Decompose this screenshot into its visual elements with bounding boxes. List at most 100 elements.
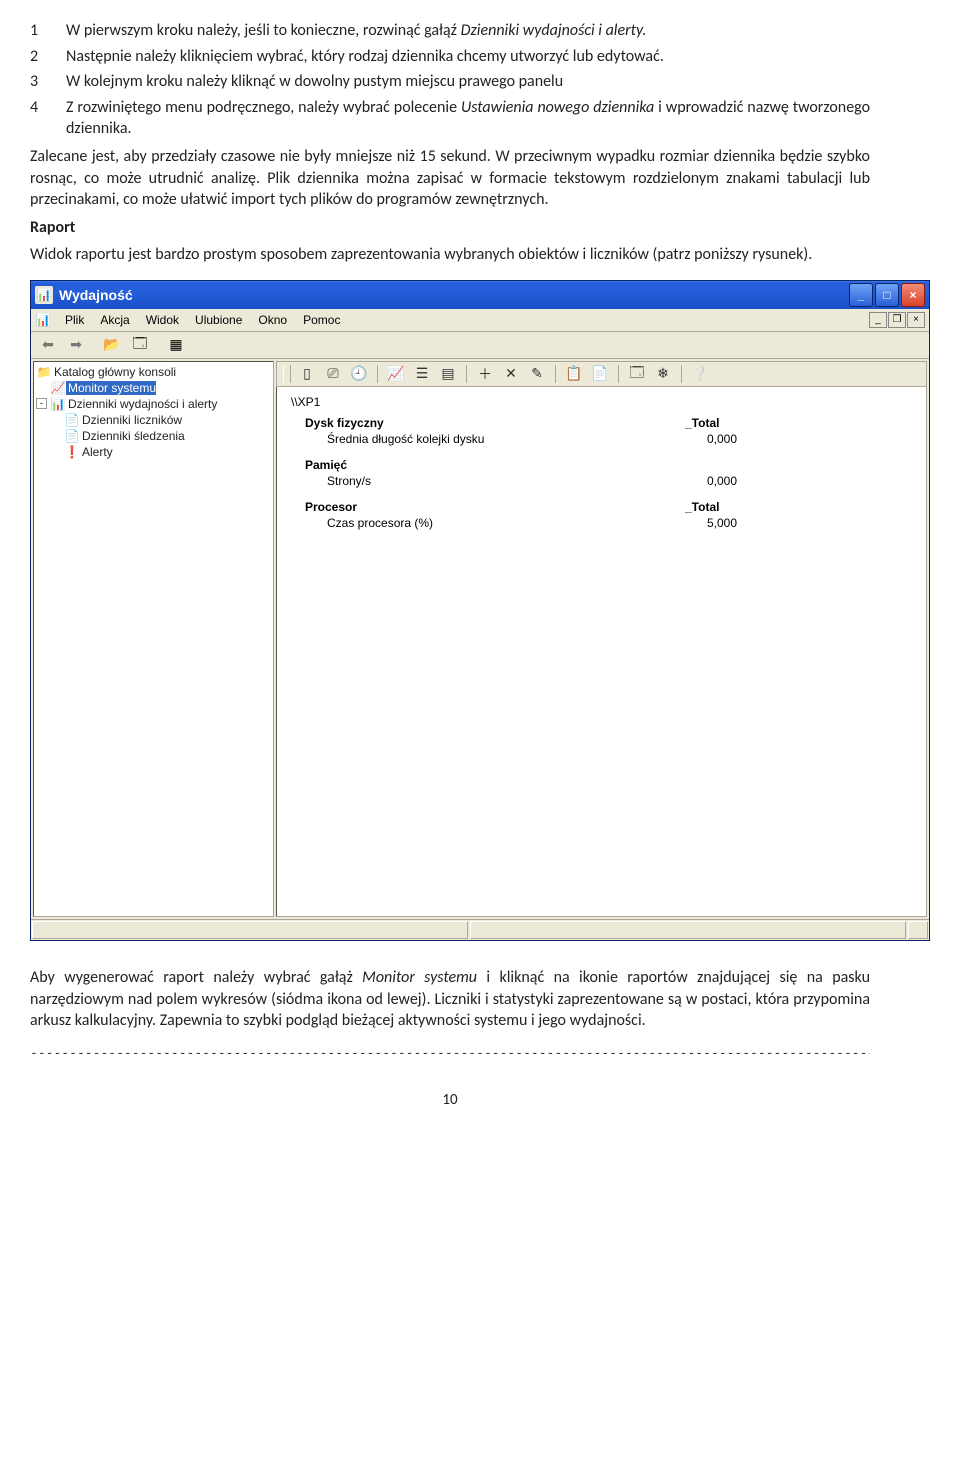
- nav-view-icon[interactable]: ▦: [163, 333, 189, 357]
- group-title: Procesor: [291, 500, 685, 514]
- body-split: 📁 Katalog główny konsoli 📈 Monitor syste…: [31, 359, 929, 919]
- mdi-controls: _ ❐ ×: [868, 312, 925, 328]
- tree-monitor-systemu[interactable]: 📈 Monitor systemu: [36, 380, 271, 396]
- metric-value: 0,000: [707, 474, 787, 488]
- menu-bar: 📊 Plik Akcja Widok Ulubione Okno Pomoc _…: [31, 309, 929, 332]
- group-title: Pamięć: [291, 458, 685, 472]
- step-num: 4: [30, 97, 66, 140]
- metric-name: Czas procesora (%): [291, 516, 707, 530]
- copy-icon[interactable]: 📋: [564, 364, 584, 384]
- nav-forward[interactable]: ➡: [63, 333, 89, 357]
- histogram-view-icon[interactable]: ☰: [412, 364, 432, 384]
- nav-properties-icon[interactable]: 🗔: [127, 333, 153, 357]
- report-area: \\XP1 Dysk fizyczny _Total Średnia długo…: [276, 387, 927, 917]
- menu-pomoc[interactable]: Pomoc: [295, 311, 348, 329]
- tree-counter-logs[interactable]: 📄 Dzienniki liczników: [36, 412, 271, 428]
- step-text-a: W pierwszym kroku należy, jeśli to konie…: [66, 21, 461, 40]
- tree-pane[interactable]: 📁 Katalog główny konsoli 📈 Monitor syste…: [33, 361, 274, 917]
- mdi-minimize[interactable]: _: [869, 312, 887, 328]
- right-pane: ▯ ⎚ 🕘 📈 ☰ ▤ ＋ ✕ ✎ 📋 📄 🗔 ❄: [276, 361, 927, 917]
- report-host: \\XP1: [291, 395, 912, 409]
- toolbar-grip: [283, 365, 291, 383]
- trace-log-icon: 📄: [64, 429, 80, 443]
- minimize-button[interactable]: _: [849, 283, 873, 307]
- mdi-restore[interactable]: ❐: [888, 312, 906, 328]
- nav-toolbar: ⬅ ➡ 📂 🗔 ▦: [31, 332, 929, 359]
- group-instance: _Total: [685, 416, 765, 430]
- tree-label: Dzienniki liczników: [80, 413, 182, 427]
- menu-plik[interactable]: Plik: [57, 311, 92, 329]
- menu-widok[interactable]: Widok: [138, 311, 187, 329]
- step-text-italic: Ustawienia nowego dziennika: [461, 98, 654, 117]
- paragraph-recommendation: Zalecane jest, aby przedziały czasowe ni…: [30, 146, 870, 211]
- tree-root[interactable]: 📁 Katalog główny konsoli: [36, 364, 271, 380]
- clear-icon[interactable]: ⎚: [323, 364, 343, 384]
- step-3: 3 W kolejnym kroku należy kliknąć w dowo…: [30, 71, 870, 93]
- screenshot-performance-window: 📊 Wydajność _ □ × 📊 Plik Akcja Widok Ulu…: [30, 280, 930, 941]
- tree-trace-logs[interactable]: 📄 Dzienniki śledzenia: [36, 428, 271, 444]
- chart-view-icon[interactable]: 📈: [386, 364, 406, 384]
- view-current-icon[interactable]: 🕘: [349, 364, 369, 384]
- status-bar: [31, 919, 929, 940]
- step-text: W pierwszym kroku należy, jeśli to konie…: [66, 20, 870, 42]
- freeze-icon[interactable]: ❄: [653, 364, 673, 384]
- status-cell: [470, 921, 906, 939]
- add-counter-icon[interactable]: ＋: [475, 364, 495, 384]
- group-title: Dysk fizyczny: [291, 416, 685, 430]
- report-group-disk: Dysk fizyczny _Total Średnia długość kol…: [291, 415, 912, 447]
- monitor-icon: 📈: [50, 381, 66, 395]
- title-bar[interactable]: 📊 Wydajność _ □ ×: [31, 281, 929, 309]
- report-view-icon[interactable]: ▤: [438, 364, 458, 384]
- menu-okno[interactable]: Okno: [250, 311, 295, 329]
- para3-italic: Monitor systemu: [362, 968, 477, 987]
- new-counter-set-icon[interactable]: ▯: [297, 364, 317, 384]
- step-4: 4 Z rozwiniętego menu podręcznego, należ…: [30, 97, 870, 140]
- close-button[interactable]: ×: [901, 283, 925, 307]
- mdi-close[interactable]: ×: [907, 312, 925, 328]
- logs-icon: 📊: [50, 397, 66, 411]
- maximize-button[interactable]: □: [875, 283, 899, 307]
- window-title: Wydajność: [59, 287, 133, 303]
- properties-icon[interactable]: 🗔: [627, 364, 647, 384]
- step-2: 2 Następnie należy kliknięciem wybrać, k…: [30, 46, 870, 68]
- step-text: Następnie należy kliknięciem wybrać, któ…: [66, 46, 870, 68]
- metric-name: Strony/s: [291, 474, 707, 488]
- tree-label: Dzienniki śledzenia: [80, 429, 185, 443]
- step-text-a: Z rozwiniętego menu podręcznego, należy …: [66, 98, 461, 117]
- menu-akcja[interactable]: Akcja: [92, 311, 137, 329]
- xp-window: 📊 Wydajność _ □ × 📊 Plik Akcja Widok Ulu…: [30, 280, 930, 941]
- heading-raport: Raport: [30, 217, 870, 239]
- para3-a: Aby wygenerować raport należy wybrać gał…: [30, 968, 362, 987]
- paragraph-generate: Aby wygenerować raport należy wybrać gał…: [30, 967, 870, 1032]
- paste-icon[interactable]: 📄: [590, 364, 610, 384]
- delete-counter-icon[interactable]: ✕: [501, 364, 521, 384]
- help-icon[interactable]: ❔: [690, 364, 710, 384]
- alert-icon: ❗: [64, 445, 80, 459]
- collapse-icon[interactable]: -: [36, 398, 47, 409]
- nav-up-icon[interactable]: 📂: [99, 333, 125, 357]
- step-1: 1 W pierwszym kroku należy, jeśli to kon…: [30, 20, 870, 42]
- step-text: W kolejnym kroku należy kliknąć w dowoln…: [66, 71, 870, 93]
- tree-alerts[interactable]: ❗ Alerty: [36, 444, 271, 460]
- page-number: 10: [30, 1091, 870, 1109]
- step-num: 3: [30, 71, 66, 93]
- console-icon: 📊: [35, 312, 51, 328]
- tree-label: Katalog główny konsoli: [52, 365, 176, 379]
- tree-label: Monitor systemu: [66, 381, 156, 395]
- step-num: 1: [30, 20, 66, 42]
- folder-icon: 📁: [36, 365, 52, 379]
- group-instance: _Total: [685, 500, 765, 514]
- menu-ulubione[interactable]: Ulubione: [187, 311, 250, 329]
- app-icon: 📊: [35, 286, 53, 304]
- highlight-icon[interactable]: ✎: [527, 364, 547, 384]
- metric-value: 5,000: [707, 516, 787, 530]
- step-num: 2: [30, 46, 66, 68]
- status-resize-grip[interactable]: [908, 921, 928, 939]
- report-group-memory: Pamięć Strony/s 0,000: [291, 457, 912, 489]
- tree-label: Alerty: [80, 445, 113, 459]
- step-text: Z rozwiniętego menu podręcznego, należy …: [66, 97, 870, 140]
- nav-back[interactable]: ⬅: [35, 333, 61, 357]
- report-toolbar: ▯ ⎚ 🕘 📈 ☰ ▤ ＋ ✕ ✎ 📋 📄 🗔 ❄: [276, 361, 927, 387]
- paragraph-raport: Widok raportu jest bardzo prostym sposob…: [30, 244, 870, 266]
- tree-logs-branch[interactable]: - 📊 Dzienniki wydajności i alerty: [36, 396, 271, 412]
